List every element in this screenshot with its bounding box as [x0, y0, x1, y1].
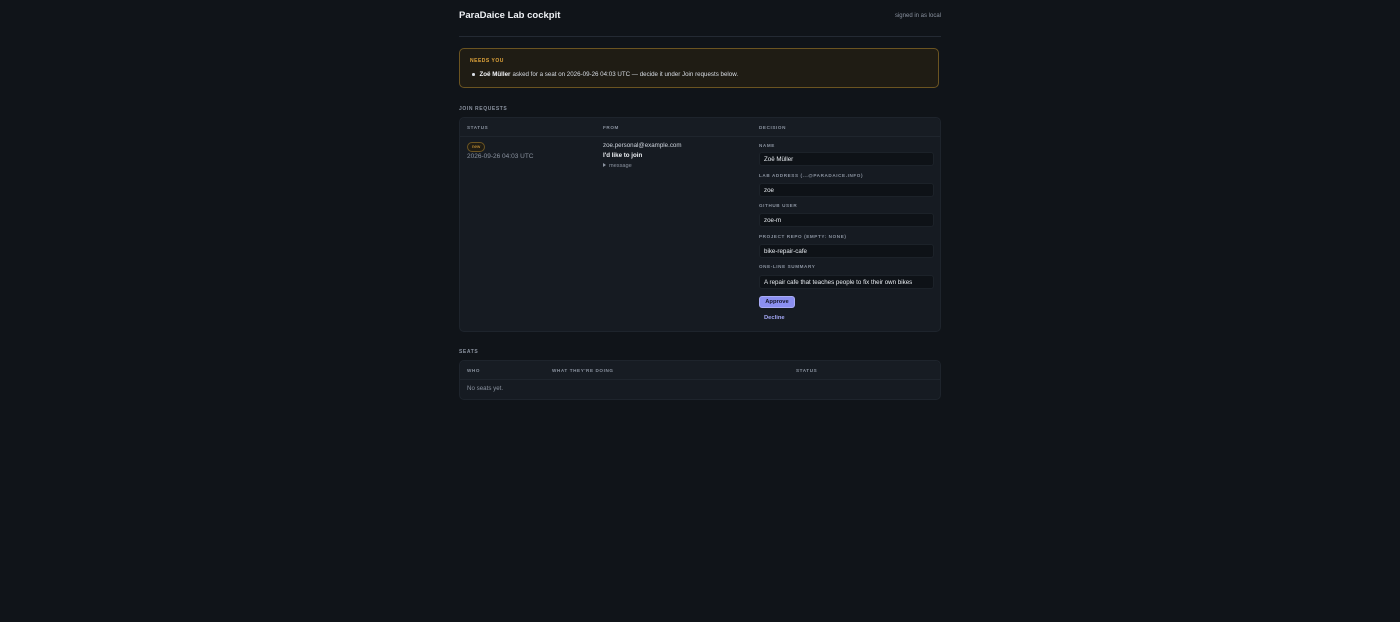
column-header-activity: WHAT THEY'RE DOING	[552, 368, 614, 373]
needs-you-alert: NEEDS YOU Zoë Müller asked for a seat on…	[459, 48, 939, 88]
column-header-status: STATUS	[796, 368, 818, 373]
column-header-decision: DECISION	[759, 125, 787, 130]
table-header: STATUS FROM DECISION	[460, 118, 940, 137]
summary-label: ONE-LINE SUMMARY	[759, 264, 816, 269]
alert-message: asked for a seat on 2026-09-26 04:03 UTC…	[512, 71, 739, 78]
empty-state-text: No seats yet.	[467, 385, 504, 392]
project-repo-field[interactable]	[759, 244, 934, 258]
seats-heading: SEATS	[459, 349, 479, 355]
request-timestamp: 2026-09-26 04:03 UTC	[467, 153, 534, 160]
alert-item: Zoë Müller asked for a seat on 2026-09-2…	[472, 71, 738, 78]
join-requests-table: STATUS FROM DECISION new 2026-09-26 04:0…	[459, 117, 941, 332]
bullet-icon	[472, 73, 475, 76]
seats-table: WHO WHAT THEY'RE DOING STATUS No seats y…	[459, 360, 941, 400]
message-toggle[interactable]: message	[603, 163, 632, 169]
alert-requester-name: Zoë Müller	[479, 71, 511, 78]
requester-email: zoe.personal@example.com	[603, 142, 682, 149]
approve-button[interactable]: Approve	[759, 296, 795, 308]
app-title: ParaDaice Lab cockpit	[459, 9, 561, 21]
status-badge: new	[467, 142, 486, 152]
message-toggle-label: message	[609, 163, 632, 169]
column-header-from: FROM	[603, 125, 619, 130]
top-bar: ParaDaice Lab cockpit signed in as local	[459, 0, 941, 37]
table-header: WHO WHAT THEY'RE DOING STATUS	[460, 361, 940, 380]
column-header-who: WHO	[467, 368, 481, 373]
decline-button[interactable]: Decline	[764, 315, 785, 321]
name-field[interactable]	[759, 152, 934, 166]
join-requests-heading: JOIN REQUESTS	[459, 106, 508, 112]
summary-field[interactable]	[759, 275, 934, 289]
github-user-label: GITHUB USER	[759, 203, 798, 208]
github-user-field[interactable]	[759, 213, 934, 227]
project-repo-label: PROJECT REPO (EMPTY: NONE)	[759, 234, 847, 239]
alert-title: NEEDS YOU	[470, 58, 504, 64]
column-header-status: STATUS	[467, 125, 489, 130]
page: ParaDaice Lab cockpit signed in as local…	[459, 0, 941, 400]
name-label: NAME	[759, 143, 775, 148]
lab-address-label: LAB ADDRESS (...@PARADAICE.INFO)	[759, 173, 864, 178]
lab-address-field[interactable]	[759, 183, 934, 197]
signed-in-status: signed in as local	[894, 13, 941, 19]
request-subject: I'd like to join	[603, 152, 643, 159]
disclosure-triangle-icon	[603, 163, 606, 167]
